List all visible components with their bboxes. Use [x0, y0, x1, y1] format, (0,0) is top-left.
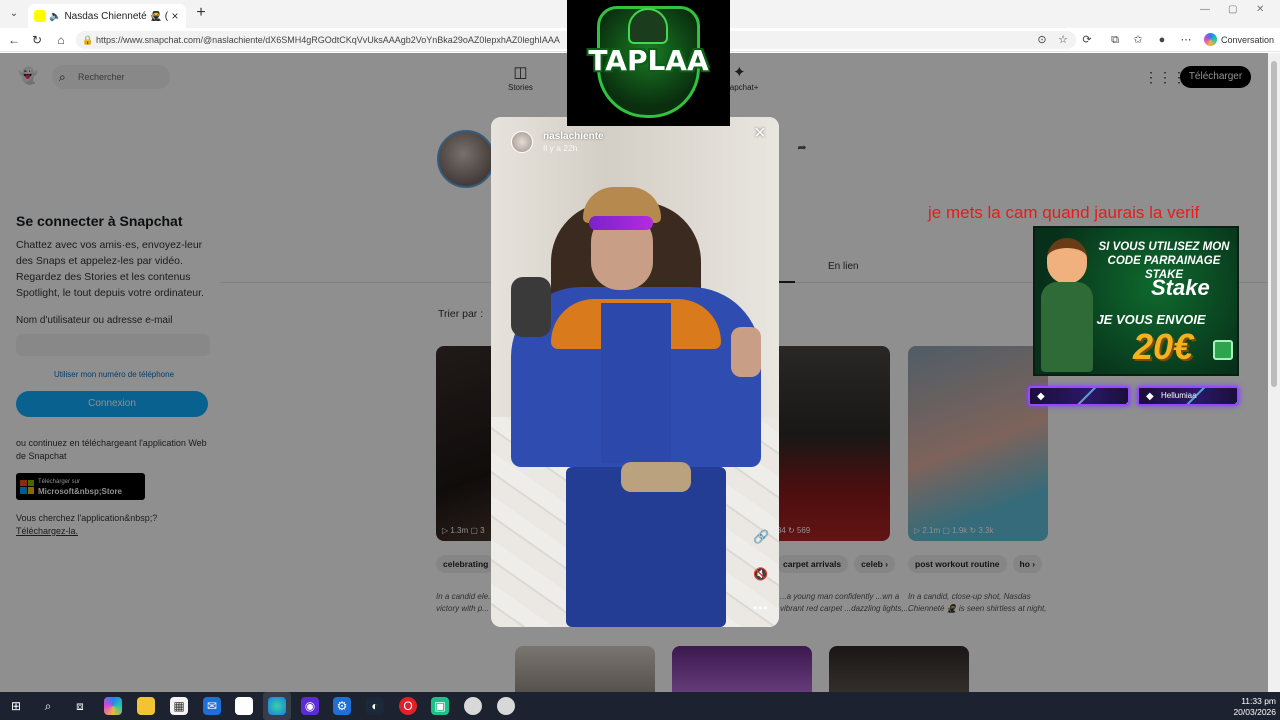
story-subject-glasses: [589, 216, 653, 230]
search-taskbar-icon[interactable]: ⌕: [39, 697, 57, 715]
tab-title: Nasdas Chienneté 🥷 (@nasl: [64, 10, 168, 22]
store-icon[interactable]: ▦: [170, 697, 188, 715]
system-clock[interactable]: 11:33 pm 20/03/2026: [1232, 696, 1276, 718]
more-menu-icon[interactable]: ⋯: [1179, 33, 1193, 47]
notepad-icon[interactable]: [235, 697, 253, 715]
stream-overlay-text: je mets la cam quand jaurais la verif: [928, 203, 1200, 222]
opera-icon[interactable]: O: [399, 697, 417, 715]
refresh-extension-icon[interactable]: ⟳: [1080, 33, 1094, 47]
sub-alert-bar: ◆: [1028, 386, 1130, 406]
copilot-button[interactable]: Conversation: [1204, 33, 1274, 46]
gift-icon: [1213, 340, 1233, 360]
stake-promo-banner: SI VOUS UTILISEZ MON CODE PARRAINAGE STA…: [1033, 226, 1239, 376]
story-viewer[interactable]: naslachiente Il y a 22h ✕ 🔗 🔇 •••: [491, 117, 779, 627]
edge-icon[interactable]: [268, 697, 286, 715]
copilot-label: Conversation: [1221, 34, 1275, 45]
hooded-figure-icon: [628, 8, 668, 44]
tab-audio-icon[interactable]: 🔈: [49, 11, 61, 22]
start-icon[interactable]: ⊞: [7, 697, 25, 715]
more-options-icon[interactable]: •••: [753, 601, 769, 615]
story-subject-bag: [621, 462, 691, 492]
page-scrollbar[interactable]: [1268, 53, 1280, 692]
story-header: naslachiente Il y a 22h: [511, 131, 604, 153]
profile-icon[interactable]: ●: [1155, 33, 1169, 47]
mail-icon[interactable]: ✉: [203, 697, 221, 715]
minimize-icon[interactable]: —: [1200, 4, 1210, 15]
link-icon[interactable]: 🔗: [753, 529, 769, 545]
tab-close-icon[interactable]: ×: [168, 9, 182, 23]
promo-line1: SI VOUS UTILISEZ MON: [1098, 241, 1230, 253]
task-view-icon[interactable]: ⧈: [71, 697, 89, 715]
snapchat-favicon-icon: [34, 10, 46, 22]
story-avatar[interactable]: [511, 131, 533, 153]
mute-icon[interactable]: 🔇: [753, 567, 768, 581]
cartoon-character: [1041, 238, 1093, 373]
close-window-icon[interactable]: ✕: [1256, 4, 1264, 15]
diamond-icon: ◆: [1146, 391, 1154, 402]
back-icon[interactable]: ←: [6, 32, 22, 48]
app-icon[interactable]: [464, 697, 482, 715]
url-text: https://www.snapchat.com/@naslachiente/d…: [96, 35, 560, 45]
home-icon[interactable]: ⌂: [53, 32, 69, 48]
maximize-icon[interactable]: ▢: [1228, 4, 1237, 15]
favorites-icon[interactable]: ✩: [1131, 33, 1145, 47]
diamond-icon: ◆: [1037, 391, 1045, 402]
new-tab-icon[interactable]: +: [192, 4, 210, 22]
app-icon[interactable]: ⚙: [333, 697, 351, 715]
story-subject-zip: [601, 303, 671, 463]
channel-logo-text: TAPLAA: [588, 44, 709, 77]
copilot-taskbar-icon[interactable]: [104, 697, 122, 715]
copilot-icon: [1204, 33, 1217, 46]
file-explorer-icon[interactable]: [137, 697, 155, 715]
promo-line3: JE VOUS ENVOIE: [1096, 312, 1206, 327]
promo-amount: 20€: [1132, 326, 1194, 367]
clock-date: 20/03/2026: [1233, 707, 1276, 717]
close-icon[interactable]: ✕: [751, 125, 769, 143]
extensions-icon[interactable]: ⧉: [1108, 33, 1122, 47]
story-timestamp: Il y a 22h: [543, 143, 578, 153]
channel-logo-overlay: TAPLAA: [567, 0, 730, 126]
sub-alert-bar: ◆ Hellumiaa: [1137, 386, 1239, 406]
browser-tab[interactable]: 🔈 Nasdas Chienneté 🥷 (@nasl ×: [28, 4, 186, 28]
reader-icon[interactable]: ⊙: [1035, 33, 1049, 47]
favorite-star-icon[interactable]: ☆: [1056, 33, 1070, 47]
clock-time: 11:33 pm: [1241, 696, 1276, 706]
windows-taskbar: ⊞ ⌕ ⧈ ▦ ✉ ◉ ⚙ ◐ O ▣ 11:33 pm 20/03/2026: [0, 692, 1280, 720]
steam-icon[interactable]: ◐: [366, 697, 384, 715]
light-streak: [1070, 388, 1128, 404]
light-streak: [1179, 388, 1237, 404]
tab-actions-chevron-icon[interactable]: ⌄: [6, 6, 22, 22]
scrollbar-thumb[interactable]: [1271, 61, 1277, 387]
app-icon[interactable]: [497, 697, 515, 715]
story-subject-hand: [731, 327, 761, 377]
app-icon[interactable]: ▣: [431, 697, 449, 715]
story-username[interactable]: naslachiente: [543, 131, 604, 142]
app-icon[interactable]: ◉: [301, 697, 319, 715]
site-info-icon[interactable]: 🔒: [82, 31, 93, 49]
refresh-icon[interactable]: ↻: [29, 32, 45, 48]
story-subject-hand: [511, 277, 551, 337]
stake-logo: Stake: [1151, 275, 1210, 300]
